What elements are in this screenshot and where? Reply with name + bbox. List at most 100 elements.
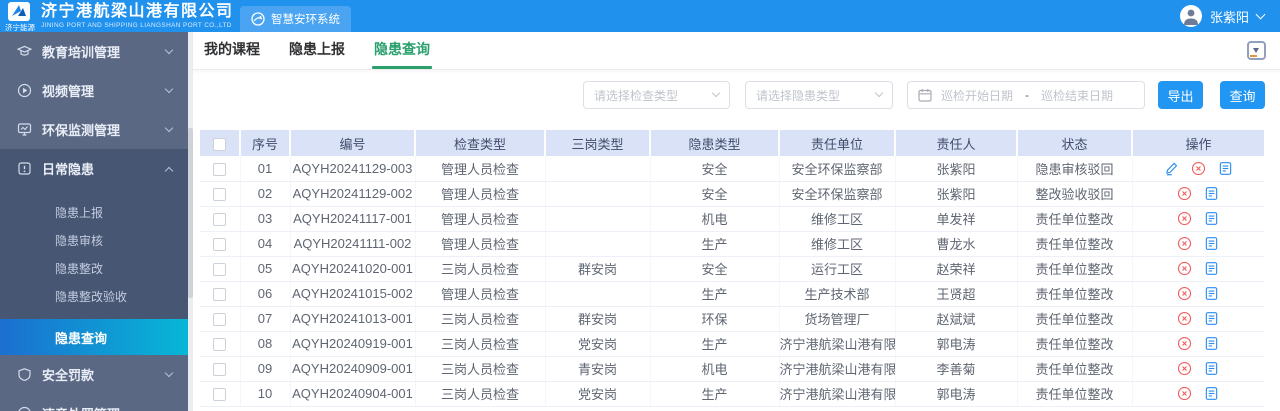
app-window: 济宁能源 济宁港航梁山港有限公司 JINING PORT AND SHIPPIN… bbox=[0, 0, 1280, 411]
sidebar-item-education-training[interactable]: 教育培训管理 bbox=[0, 32, 188, 71]
row-checkbox[interactable] bbox=[213, 313, 227, 327]
sidebar-item-daily-hazard[interactable]: 日常隐患 bbox=[0, 149, 188, 188]
cancel-icon[interactable] bbox=[1177, 386, 1192, 401]
cancel-icon[interactable] bbox=[1177, 186, 1192, 201]
row-checkbox[interactable] bbox=[213, 338, 227, 352]
cell-unit: 运行工区 bbox=[779, 256, 896, 282]
query-button[interactable]: 查询 bbox=[1220, 81, 1265, 109]
table-row: 04 AQYH20241111-002 管理人员检查 生产 维修工区 曹龙水 责任单位整改 bbox=[200, 231, 1264, 257]
cell-unit: 济宁港航梁山港有限公司 bbox=[779, 331, 896, 357]
cell-status: 责任单位整改 bbox=[1017, 256, 1133, 282]
cell-no: 01 bbox=[240, 156, 291, 182]
cell-check_type: 管理人员检查 bbox=[415, 156, 546, 182]
sidebar-item-env-monitoring[interactable]: 环保监测管理 bbox=[0, 110, 188, 149]
detail-icon[interactable] bbox=[1204, 236, 1219, 251]
detail-icon[interactable] bbox=[1204, 186, 1219, 201]
row-actions bbox=[1133, 361, 1265, 376]
cell-post_type: 群安岗 bbox=[545, 306, 651, 332]
edit-icon[interactable] bbox=[1164, 161, 1179, 176]
row-checkbox[interactable] bbox=[213, 388, 227, 402]
select-all-checkbox[interactable] bbox=[213, 137, 226, 151]
cell-person: 赵斌斌 bbox=[895, 306, 1018, 332]
detail-icon[interactable] bbox=[1218, 161, 1233, 176]
row-checkbox[interactable] bbox=[213, 238, 227, 252]
table-row: 07 AQYH20241013-001 三岗人员检查 群安岗 环保 货场管理厂 赵斌斌 责任单… bbox=[200, 306, 1264, 332]
table-row: 06 AQYH20241015-002 管理人员检查 生产 生产技术部 王贤超 责任单位整改 bbox=[200, 281, 1264, 307]
row-checkbox-cell bbox=[200, 381, 241, 407]
sidebar-item-violation-penalty[interactable]: 违章处罚管理 bbox=[0, 394, 188, 411]
detail-icon[interactable] bbox=[1204, 361, 1219, 376]
cell-status: 整改验收驳回 bbox=[1017, 181, 1133, 207]
scrollbar-thumb[interactable] bbox=[188, 128, 193, 298]
hazard-table: 序号 编号 检查类型 三岗类型 隐患类型 责任单位 责任人 状态 操作 01 AQYH202411… bbox=[200, 130, 1264, 407]
cell-unit: 生产技术部 bbox=[779, 281, 896, 307]
sidebar-item-hazard-rectify[interactable]: 隐患整改 bbox=[0, 254, 188, 282]
check-type-select[interactable]: 请选择检查类型 bbox=[583, 81, 730, 109]
hazard-type-select[interactable]: 请选择隐患类型 bbox=[745, 81, 893, 109]
row-actions bbox=[1133, 186, 1265, 201]
date-range-input[interactable]: 巡检开始日期 - 巡检结束日期 bbox=[907, 81, 1145, 109]
sidebar-item-hazard-review[interactable]: 隐患审核 bbox=[0, 226, 188, 254]
cell-hazard_type: 生产 bbox=[650, 331, 780, 357]
sidebar-item-label: 隐患整改验收 bbox=[55, 289, 128, 304]
tab-hazard-report[interactable]: 隐患上报 bbox=[287, 39, 347, 69]
cancel-icon[interactable] bbox=[1177, 261, 1192, 276]
cell-no: 05 bbox=[240, 256, 291, 282]
cell-hazard_type: 安全 bbox=[650, 156, 780, 182]
tab-hazard-query[interactable]: 隐患查询 bbox=[372, 39, 432, 69]
chevron-down-icon bbox=[874, 88, 884, 98]
detail-icon[interactable] bbox=[1204, 286, 1219, 301]
cell-post_type bbox=[545, 156, 651, 182]
cell-no: 08 bbox=[240, 331, 291, 357]
cell-check_type: 三岗人员检查 bbox=[415, 356, 546, 382]
top-header: 济宁能源 济宁港航梁山港有限公司 JINING PORT AND SHIPPIN… bbox=[0, 0, 1280, 32]
collapse-accent bbox=[1250, 55, 1257, 57]
row-checkbox[interactable] bbox=[213, 188, 227, 202]
cell-post_type bbox=[545, 181, 651, 207]
sidebar-item-safety-fine[interactable]: 安全罚款 bbox=[0, 355, 188, 394]
row-checkbox[interactable] bbox=[213, 263, 227, 277]
cell-person: 李善菊 bbox=[895, 356, 1018, 382]
cell-code: AQYH20240904-001 bbox=[290, 381, 416, 407]
sidebar-item-hazard-query[interactable]: 隐患查询 bbox=[0, 319, 188, 355]
sidebar-item-hazard-report[interactable]: 隐患上报 bbox=[0, 198, 188, 226]
cell-status: 责任单位整改 bbox=[1017, 231, 1133, 257]
cancel-icon[interactable] bbox=[1191, 161, 1206, 176]
detail-icon[interactable] bbox=[1204, 336, 1219, 351]
chevron-down-icon bbox=[1255, 9, 1266, 19]
sidebar-item-label: 隐患审核 bbox=[55, 233, 104, 248]
main-content: 我的课程 隐患上报 隐患查询 请选择检查类型 请选择隐患类型 巡检开始日期 - … bbox=[188, 32, 1280, 411]
detail-icon[interactable] bbox=[1204, 261, 1219, 276]
scrollbar-track[interactable] bbox=[188, 32, 193, 411]
row-checkbox[interactable] bbox=[213, 363, 227, 377]
cancel-icon[interactable] bbox=[1177, 361, 1192, 376]
cell-code: AQYH20241111-002 bbox=[290, 231, 416, 257]
row-checkbox[interactable] bbox=[213, 213, 227, 227]
cancel-icon[interactable] bbox=[1177, 311, 1192, 326]
user-icon bbox=[1183, 9, 1198, 25]
tab-my-courses[interactable]: 我的课程 bbox=[202, 39, 262, 69]
row-checkbox[interactable] bbox=[213, 162, 227, 176]
sidebar-item-hazard-rectify-accept[interactable]: 隐患整改验收 bbox=[0, 282, 188, 310]
video-icon bbox=[17, 83, 32, 98]
cell-check_type: 管理人员检查 bbox=[415, 181, 546, 207]
cancel-icon[interactable] bbox=[1177, 211, 1192, 226]
row-checkbox[interactable] bbox=[213, 288, 227, 302]
system-tab[interactable]: 智慧安环系统 bbox=[240, 6, 351, 32]
collapse-panel-icon[interactable] bbox=[1247, 41, 1266, 60]
row-checkbox-cell bbox=[200, 156, 241, 182]
date-separator: - bbox=[1025, 88, 1030, 102]
cancel-icon[interactable] bbox=[1177, 236, 1192, 251]
sidebar-item-video-management[interactable]: 视频管理 bbox=[0, 71, 188, 110]
cell-post_type bbox=[545, 281, 651, 307]
user-menu[interactable]: 张紫阳 bbox=[1179, 0, 1266, 32]
detail-icon[interactable] bbox=[1204, 211, 1219, 226]
cancel-icon[interactable] bbox=[1177, 336, 1192, 351]
detail-icon[interactable] bbox=[1204, 386, 1219, 401]
row-checkbox-cell bbox=[200, 256, 241, 282]
cell-no: 03 bbox=[240, 206, 291, 232]
export-button[interactable]: 导出 bbox=[1158, 81, 1203, 109]
detail-icon[interactable] bbox=[1204, 311, 1219, 326]
cancel-icon[interactable] bbox=[1177, 286, 1192, 301]
cell-hazard_type: 机电 bbox=[650, 206, 780, 232]
